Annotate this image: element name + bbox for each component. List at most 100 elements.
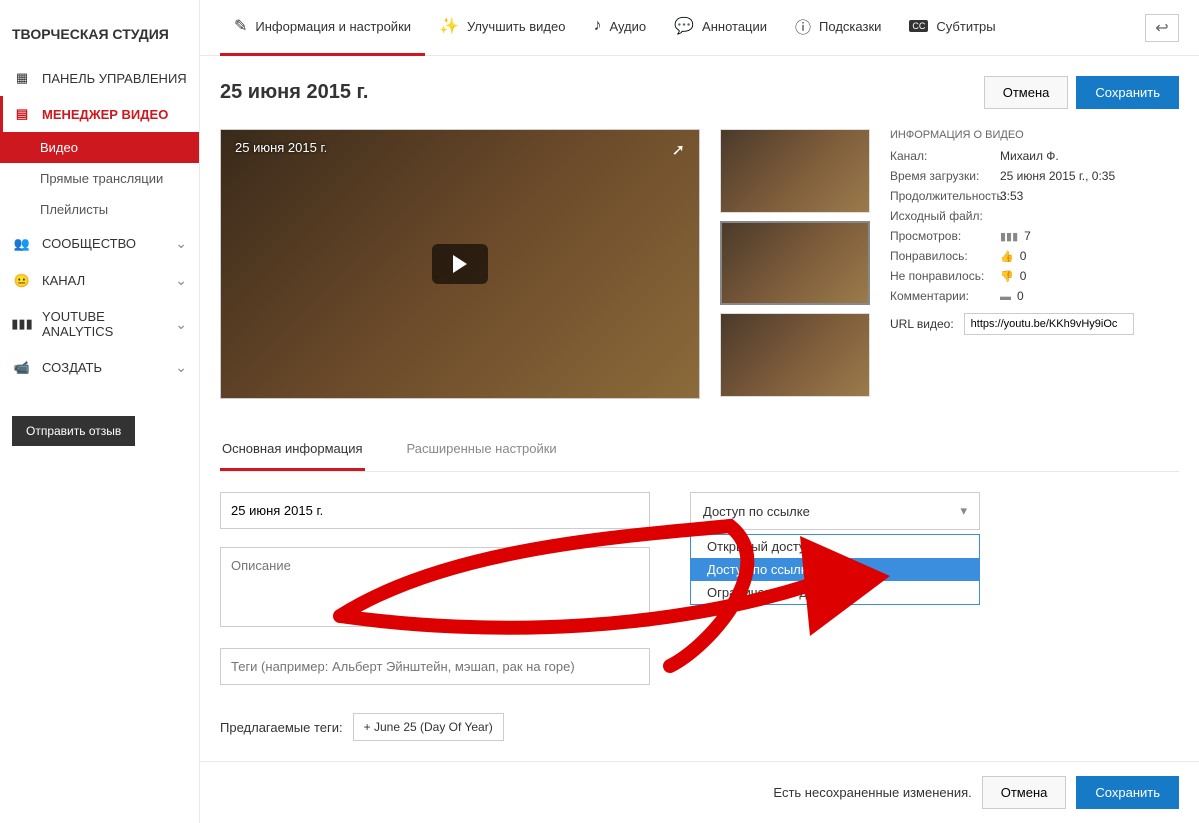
bars-icon: ▮▮▮	[1000, 231, 1018, 243]
info-comments-value: ▬0	[1000, 289, 1179, 303]
sidebar-dashboard[interactable]: ▦ ПАНЕЛЬ УПРАВЛЕНИЯ	[0, 60, 199, 96]
footer-cancel-button[interactable]: Отмена	[982, 776, 1067, 809]
thumbs-down-icon: 👎	[1000, 271, 1014, 283]
info-raw-label: Исходный файл:	[890, 209, 1000, 223]
tab-label: Информация и настройки	[255, 19, 411, 34]
thumbnail-option[interactable]	[720, 313, 870, 397]
sub-tabs: Основная информация Расширенные настройк…	[220, 429, 1179, 472]
thumbnail-list	[720, 129, 870, 399]
sidebar-analytics[interactable]: ▮▮▮ YOUTUBE ANALYTICS ⌄	[0, 299, 199, 349]
privacy-selected-label: Доступ по ссылке	[703, 504, 810, 519]
sidebar-sub-videos[interactable]: Видео	[0, 132, 199, 163]
tab-annotations[interactable]: 💬 Аннотации	[660, 0, 781, 56]
tab-cards[interactable]: ⓘ Подсказки	[781, 0, 895, 56]
info-dislikes-value: 👎0	[1000, 269, 1179, 283]
video-player[interactable]: 25 июня 2015 г. ➚	[220, 129, 700, 399]
analytics-icon: ▮▮▮	[12, 316, 32, 332]
video-url-input[interactable]	[964, 313, 1134, 335]
create-icon: 📹	[12, 360, 32, 376]
info-dislikes-label: Не понравилось:	[890, 269, 1000, 283]
subtab-basic[interactable]: Основная информация	[220, 429, 365, 471]
sidebar-channel[interactable]: 😐 КАНАЛ ⌄	[0, 262, 199, 299]
privacy-option-unlisted[interactable]: Доступ по ссылке	[691, 558, 979, 581]
subtab-advanced[interactable]: Расширенные настройки	[405, 429, 559, 471]
community-icon: 👥	[12, 236, 32, 252]
dashboard-icon: ▦	[12, 70, 32, 86]
sidebar: ТВОРЧЕСКАЯ СТУДИЯ ▦ ПАНЕЛЬ УПРАВЛЕНИЯ ▤ …	[0, 0, 200, 823]
share-icon[interactable]: ➚	[672, 140, 685, 160]
info-views-label: Просмотров:	[890, 229, 1000, 243]
tab-label: Подсказки	[819, 19, 881, 34]
privacy-dropdown: Открытый доступ Доступ по ссылке Огранич…	[690, 534, 980, 605]
description-input[interactable]	[220, 547, 650, 627]
tab-subtitles[interactable]: CC Субтитры	[895, 0, 1009, 56]
arrow-left-icon: ↩	[1155, 18, 1168, 38]
info-uploaded-label: Время загрузки:	[890, 169, 1000, 183]
sidebar-item-label: YOUTUBE ANALYTICS	[42, 309, 175, 339]
suggested-tag[interactable]: + June 25 (Day Of Year)	[353, 713, 504, 741]
privacy-option-public[interactable]: Открытый доступ	[691, 535, 979, 558]
triangle-down-icon: ▾	[960, 503, 967, 519]
sidebar-sub-live[interactable]: Прямые трансляции	[0, 163, 199, 194]
info-duration-label: Продолжительность:	[890, 189, 1000, 203]
pencil-icon: ✎	[234, 16, 247, 36]
tab-label: Аннотации	[702, 19, 767, 34]
sidebar-video-manager[interactable]: ▤ МЕНЕДЖЕР ВИДЕО	[0, 96, 199, 132]
tab-info[interactable]: ✎ Информация и настройки	[220, 0, 425, 56]
sidebar-item-label: МЕНЕДЖЕР ВИДЕО	[42, 107, 168, 122]
tab-enhance[interactable]: ✨ Улучшить видео	[425, 0, 579, 56]
thumbnail-option[interactable]	[720, 221, 870, 305]
info-channel-label: Канал:	[890, 149, 1000, 163]
sidebar-item-label: СООБЩЕСТВО	[42, 236, 136, 251]
thumbnail-option[interactable]	[720, 129, 870, 213]
feedback-button[interactable]: Отправить отзыв	[12, 416, 135, 446]
tags-input[interactable]	[220, 648, 650, 685]
info-raw-value	[1000, 209, 1179, 223]
play-button[interactable]	[432, 244, 488, 284]
sidebar-item-label: ПАНЕЛЬ УПРАВЛЕНИЯ	[42, 71, 187, 86]
info-likes-label: Понравилось:	[890, 249, 1000, 263]
info-comments-label: Комментарии:	[890, 289, 1000, 303]
info-duration-value: 3:53	[1000, 189, 1179, 203]
tab-label: Аудио	[609, 19, 646, 34]
sidebar-item-label: КАНАЛ	[42, 273, 85, 288]
channel-icon: 😐	[12, 273, 32, 289]
music-icon: ♪	[593, 17, 601, 35]
sidebar-sub-playlists[interactable]: Плейлисты	[0, 194, 199, 225]
info-views-value: ▮▮▮7	[1000, 229, 1179, 243]
privacy-select[interactable]: Доступ по ссылке ▾	[690, 492, 980, 530]
page-title: 25 июня 2015 г.	[220, 81, 368, 104]
tabs: ✎Информация и настройки ✨Улучшить видео …	[200, 0, 1199, 56]
back-button[interactable]: ↩	[1145, 14, 1179, 42]
tab-label: Субтитры	[936, 19, 995, 34]
chevron-down-icon: ⌄	[175, 272, 187, 289]
chevron-down-icon: ⌄	[175, 359, 187, 376]
cc-icon: CC	[909, 20, 928, 32]
studio-title: ТВОРЧЕСКАЯ СТУДИЯ	[0, 10, 199, 60]
unsaved-message: Есть несохраненные изменения.	[773, 785, 971, 800]
save-button[interactable]: Сохранить	[1076, 76, 1179, 109]
player-title: 25 июня 2015 г.	[235, 140, 327, 155]
suggested-tags-label: Предлагаемые теги:	[220, 720, 343, 735]
chevron-down-icon: ⌄	[175, 316, 187, 333]
cancel-button[interactable]: Отмена	[984, 76, 1069, 109]
sidebar-community[interactable]: 👥 СООБЩЕСТВО ⌄	[0, 225, 199, 262]
sidebar-create[interactable]: 📹 СОЗДАТЬ ⌄	[0, 349, 199, 386]
footer-save-button[interactable]: Сохранить	[1076, 776, 1179, 809]
info-icon: ⓘ	[795, 14, 811, 38]
wand-icon: ✨	[439, 16, 459, 36]
info-likes-value: 👍0	[1000, 249, 1179, 263]
info-url-label: URL видео:	[890, 317, 954, 331]
chevron-down-icon: ⌄	[175, 235, 187, 252]
info-uploaded-value: 25 июня 2015 г., 0:35	[1000, 169, 1179, 183]
tab-audio[interactable]: ♪ Аудио	[579, 0, 660, 56]
title-input[interactable]	[220, 492, 650, 529]
tab-label: Улучшить видео	[467, 19, 566, 34]
comment-icon: ▬	[1000, 291, 1011, 303]
video-info-panel: ИНФОРМАЦИЯ О ВИДЕО Канал:Михаил Ф. Время…	[890, 129, 1179, 399]
main: ✎Информация и настройки ✨Улучшить видео …	[200, 0, 1199, 823]
speech-icon: 💬	[674, 16, 694, 36]
sidebar-item-label: СОЗДАТЬ	[42, 360, 102, 375]
privacy-option-private[interactable]: Ограниченный доступ	[691, 581, 979, 604]
video-manager-icon: ▤	[12, 106, 32, 122]
